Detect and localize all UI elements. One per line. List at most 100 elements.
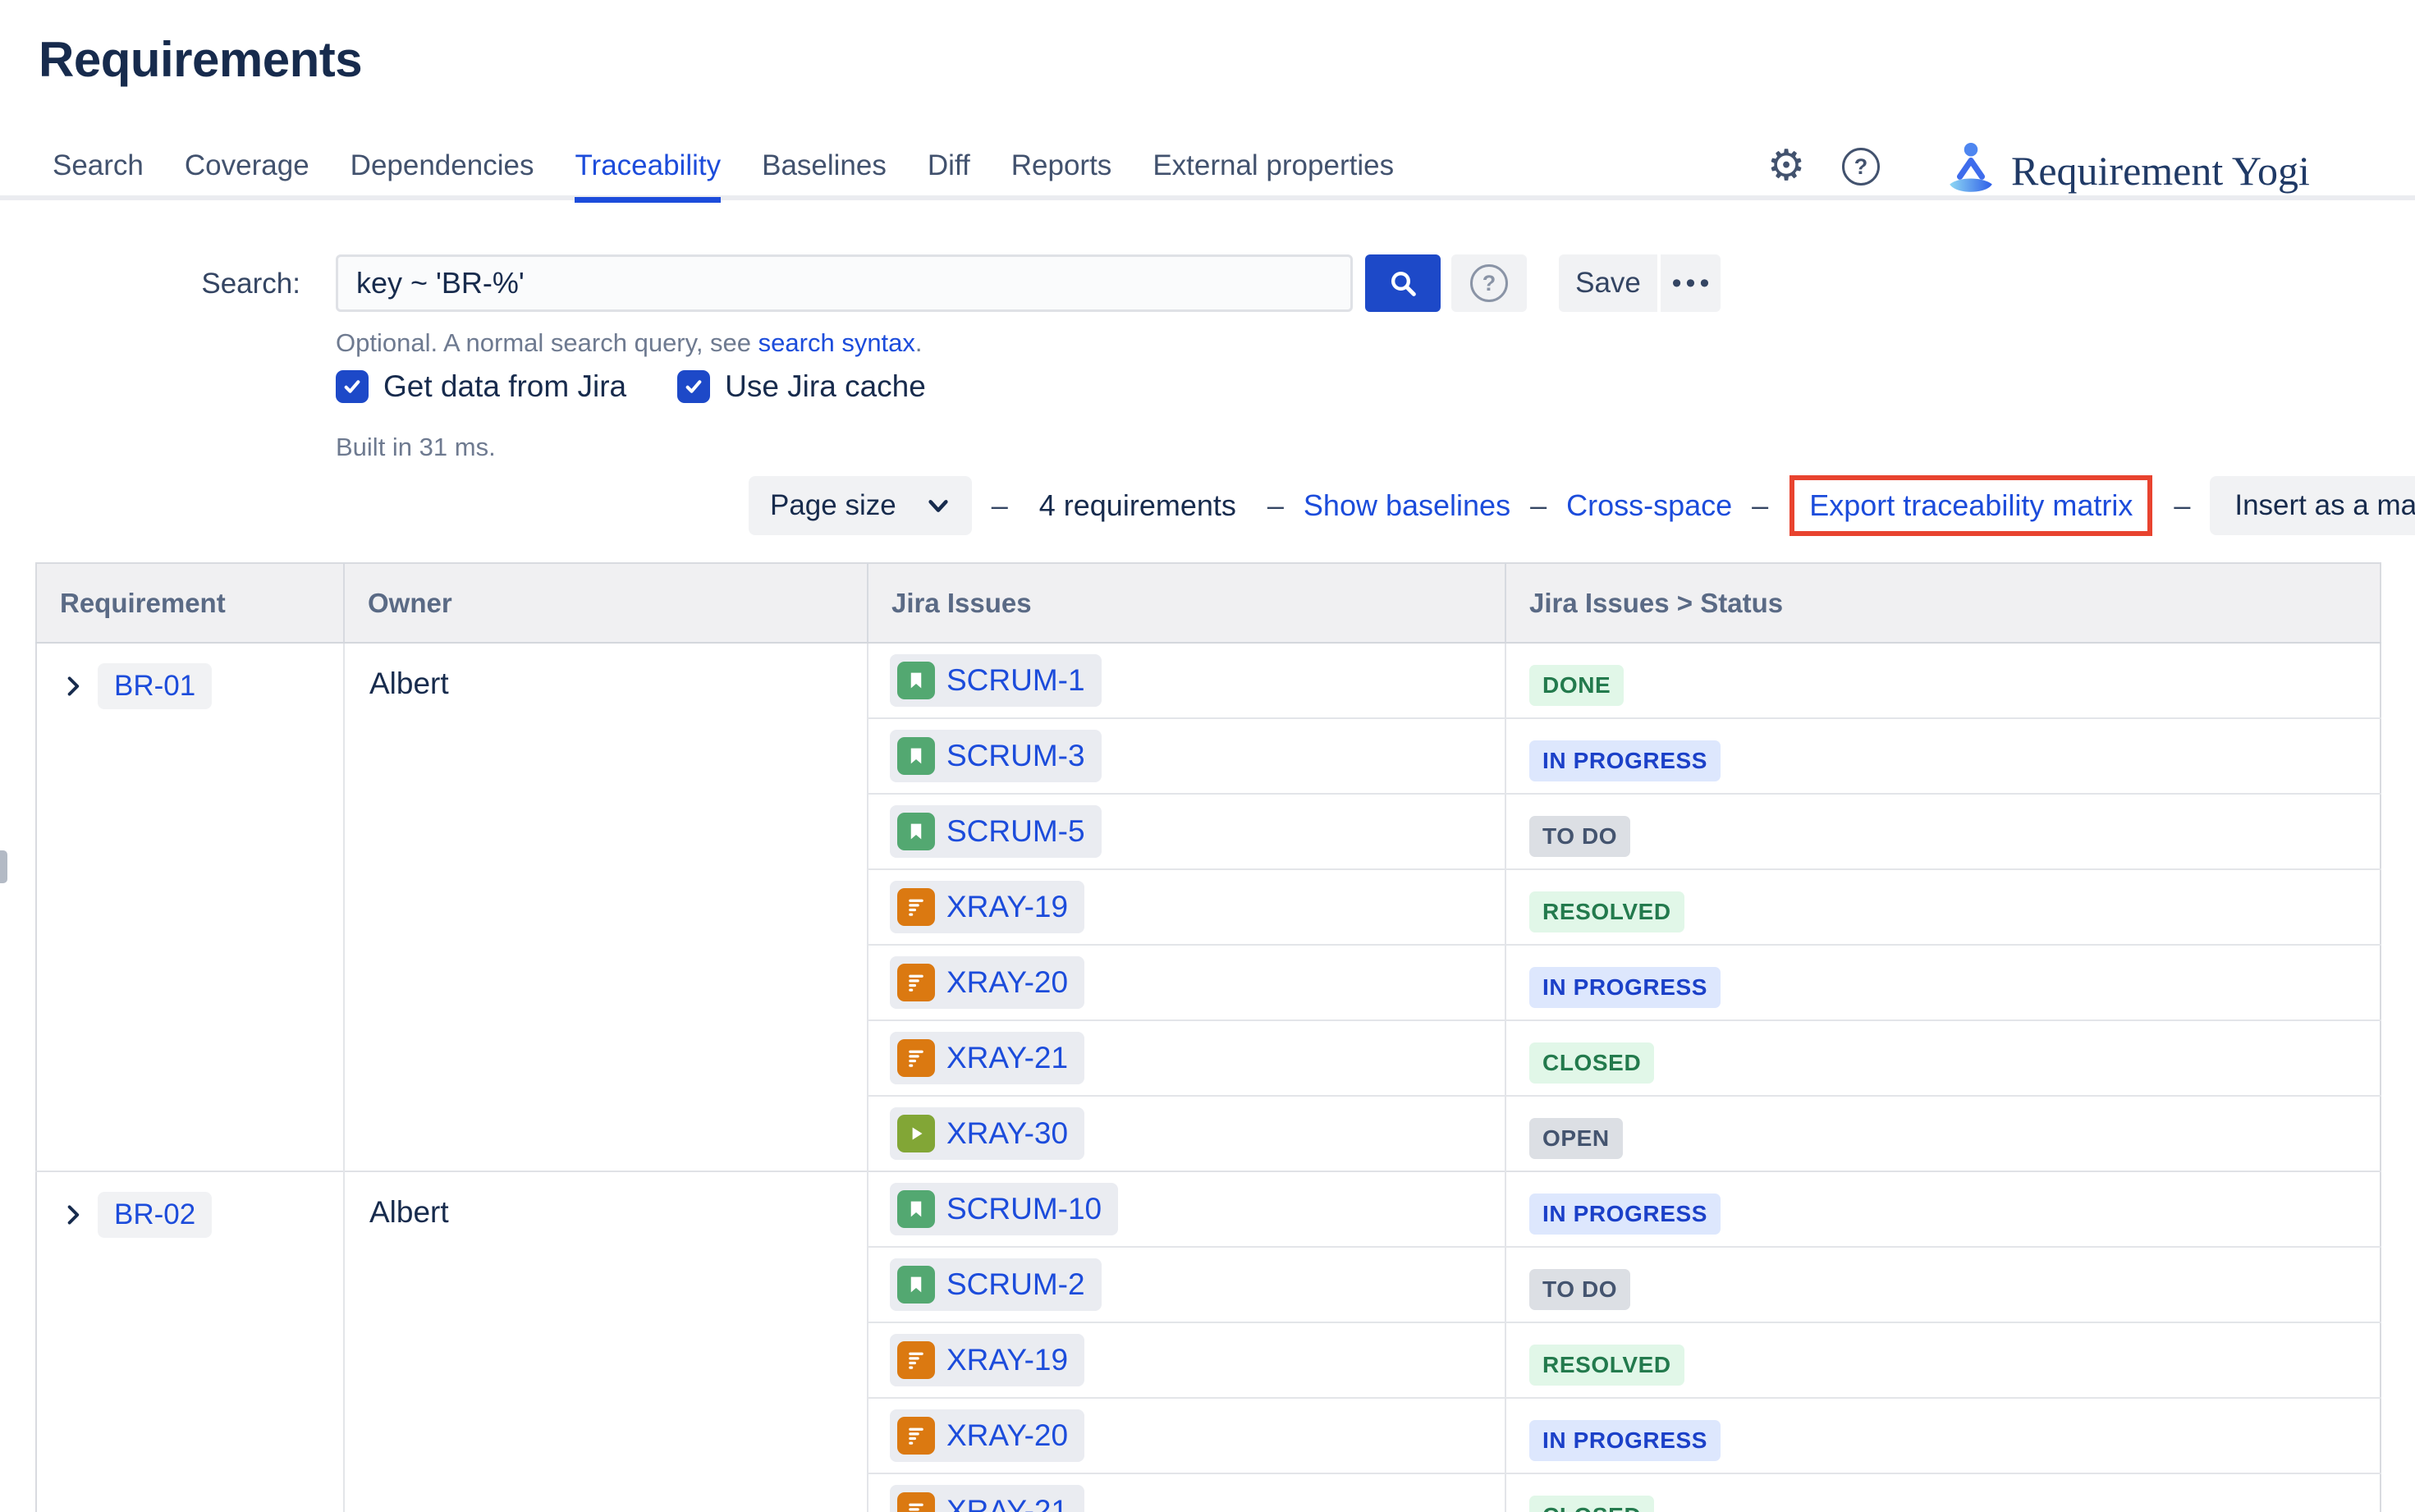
tab-baselines[interactable]: Baselines bbox=[762, 149, 887, 203]
separator-dash: – bbox=[2174, 488, 2190, 523]
table-row: BR-01 Albert SCRUM-1 DONE bbox=[36, 643, 2381, 718]
status-cell: RESOLVED bbox=[1505, 869, 2381, 945]
requirement-key-link[interactable]: BR-02 bbox=[98, 1192, 212, 1238]
checkbox-checked-icon[interactable] bbox=[336, 370, 369, 403]
tab-reports[interactable]: Reports bbox=[1011, 149, 1112, 203]
jira-issue-badge[interactable]: XRAY-20 bbox=[890, 1409, 1084, 1462]
status-cell: OPEN bbox=[1505, 1096, 2381, 1171]
status-lozenge: IN PROGRESS bbox=[1529, 740, 1721, 781]
status-cell: CLOSED bbox=[1505, 1473, 2381, 1512]
brand-name: Requirement Yogi bbox=[2011, 131, 2310, 210]
jira-issue-cell: XRAY-21 bbox=[868, 1020, 1505, 1096]
jira-issue-cell: SCRUM-10 bbox=[868, 1171, 1505, 1247]
jira-issue-badge[interactable]: SCRUM-10 bbox=[890, 1183, 1118, 1235]
jira-issue-badge[interactable]: XRAY-21 bbox=[890, 1032, 1084, 1084]
owner-cell: Albert bbox=[344, 1171, 868, 1512]
jira-issue-link[interactable]: XRAY-20 bbox=[946, 1418, 1068, 1453]
checkbox-label: Use Jira cache bbox=[725, 369, 926, 404]
separator-dash: – bbox=[1530, 488, 1547, 523]
test-icon bbox=[897, 1417, 935, 1455]
cross-space-link[interactable]: Cross-space bbox=[1566, 488, 1732, 523]
jira-issue-badge[interactable]: SCRUM-1 bbox=[890, 654, 1102, 707]
test-icon bbox=[897, 1039, 935, 1077]
status-lozenge: IN PROGRESS bbox=[1529, 1194, 1721, 1235]
jira-issue-badge[interactable]: XRAY-19 bbox=[890, 1334, 1084, 1386]
tab-search[interactable]: Search bbox=[53, 149, 144, 203]
jira-issue-link[interactable]: XRAY-19 bbox=[946, 890, 1068, 924]
search-input[interactable] bbox=[336, 254, 1353, 312]
results-controls: Page size – 4 requirements – Show baseli… bbox=[749, 474, 2415, 538]
search-icon bbox=[1386, 267, 1419, 300]
highlight-box: Export traceability matrix bbox=[1789, 475, 2152, 536]
help-circle-icon[interactable]: ? bbox=[1842, 148, 1880, 186]
separator-dash: – bbox=[1267, 488, 1284, 523]
jira-issue-link[interactable]: XRAY-21 bbox=[946, 1041, 1068, 1075]
jira-issue-link[interactable]: XRAY-19 bbox=[946, 1343, 1068, 1377]
jira-issue-link[interactable]: XRAY-30 bbox=[946, 1116, 1068, 1151]
checkbox-label: Get data from Jira bbox=[383, 369, 626, 404]
jira-issue-badge[interactable]: XRAY-19 bbox=[890, 881, 1084, 933]
checkbox-checked-icon[interactable] bbox=[677, 370, 710, 403]
tab-traceability[interactable]: Traceability bbox=[575, 149, 721, 203]
table-row: BR-02 Albert SCRUM-10 IN PROGRESS bbox=[36, 1171, 2381, 1247]
test-icon bbox=[897, 964, 935, 1001]
requirement-cell: BR-02 bbox=[36, 1171, 344, 1512]
brand-logo[interactable]: Requirement Yogi bbox=[1944, 131, 2310, 210]
jira-issue-link[interactable]: SCRUM-3 bbox=[946, 739, 1085, 773]
tab-dependencies[interactable]: Dependencies bbox=[351, 149, 534, 203]
jira-issue-link[interactable]: SCRUM-5 bbox=[946, 814, 1085, 849]
page-title: Requirements bbox=[39, 31, 362, 88]
search-syntax-link[interactable]: search syntax bbox=[758, 328, 915, 357]
status-lozenge: DONE bbox=[1529, 665, 1624, 706]
story-icon bbox=[897, 737, 935, 775]
expand-chevron-icon[interactable] bbox=[62, 1203, 85, 1226]
jira-issue-link[interactable]: SCRUM-1 bbox=[946, 663, 1085, 698]
status-lozenge: CLOSED bbox=[1529, 1496, 1654, 1512]
chevron-down-icon bbox=[926, 493, 951, 518]
traceability-table: Requirement Owner Jira Issues Jira Issue… bbox=[35, 562, 2381, 1512]
jira-issue-link[interactable]: SCRUM-2 bbox=[946, 1267, 1085, 1302]
status-lozenge: TO DO bbox=[1529, 816, 1630, 857]
story-icon bbox=[897, 1266, 935, 1304]
question-icon: ? bbox=[1470, 264, 1508, 302]
more-options-button[interactable]: ••• bbox=[1661, 254, 1721, 312]
search-button[interactable] bbox=[1365, 254, 1441, 312]
requirement-key-link[interactable]: BR-01 bbox=[98, 663, 212, 709]
jira-issue-badge[interactable]: SCRUM-3 bbox=[890, 730, 1102, 782]
jira-issue-link[interactable]: SCRUM-10 bbox=[946, 1192, 1102, 1226]
insert-as-macro-button[interactable]: Insert as a macro bbox=[2210, 476, 2415, 535]
checkbox-get-data-from-jira: Get data from Jira bbox=[336, 369, 626, 404]
page-size-dropdown[interactable]: Page size bbox=[749, 476, 972, 535]
jira-issue-cell: XRAY-20 bbox=[868, 945, 1505, 1020]
gear-icon[interactable]: ⚙ bbox=[1762, 141, 1811, 190]
tab-external-properties[interactable]: External properties bbox=[1153, 149, 1394, 203]
column-header-jira-status: Jira Issues > Status bbox=[1505, 563, 2381, 643]
tab-coverage[interactable]: Coverage bbox=[185, 149, 309, 203]
expand-chevron-icon[interactable] bbox=[62, 675, 85, 698]
jira-issue-cell: SCRUM-2 bbox=[868, 1247, 1505, 1322]
left-scrollbar-thumb[interactable] bbox=[0, 850, 7, 883]
jira-issue-link[interactable]: XRAY-21 bbox=[946, 1494, 1068, 1512]
jira-issue-badge[interactable]: SCRUM-2 bbox=[890, 1258, 1102, 1311]
separator-dash: – bbox=[1752, 488, 1768, 523]
tabbar: Search Coverage Dependencies Traceabilit… bbox=[53, 149, 1394, 203]
export-traceability-matrix-link[interactable]: Export traceability matrix bbox=[1809, 488, 2133, 522]
save-button[interactable]: Save bbox=[1559, 254, 1657, 312]
status-cell: IN PROGRESS bbox=[1505, 1171, 2381, 1247]
status-cell: TO DO bbox=[1505, 1247, 2381, 1322]
jira-issue-badge[interactable]: SCRUM-5 bbox=[890, 805, 1102, 858]
jira-issue-cell: XRAY-20 bbox=[868, 1398, 1505, 1473]
table-header-row: Requirement Owner Jira Issues Jira Issue… bbox=[36, 563, 2381, 643]
jira-issue-badge[interactable]: XRAY-30 bbox=[890, 1107, 1084, 1160]
jira-issue-cell: XRAY-19 bbox=[868, 869, 1505, 945]
jira-issue-badge[interactable]: XRAY-20 bbox=[890, 956, 1084, 1009]
search-options: Get data from Jira Use Jira cache bbox=[336, 369, 926, 404]
story-icon bbox=[897, 813, 935, 850]
search-help-button[interactable]: ? bbox=[1451, 254, 1527, 312]
column-header-requirement: Requirement bbox=[36, 563, 344, 643]
jira-issue-badge[interactable]: XRAY-21 bbox=[890, 1485, 1084, 1512]
tab-diff[interactable]: Diff bbox=[928, 149, 970, 203]
show-baselines-link[interactable]: Show baselines bbox=[1304, 488, 1510, 523]
jira-issue-link[interactable]: XRAY-20 bbox=[946, 965, 1068, 1000]
jira-issue-cell: SCRUM-5 bbox=[868, 794, 1505, 869]
